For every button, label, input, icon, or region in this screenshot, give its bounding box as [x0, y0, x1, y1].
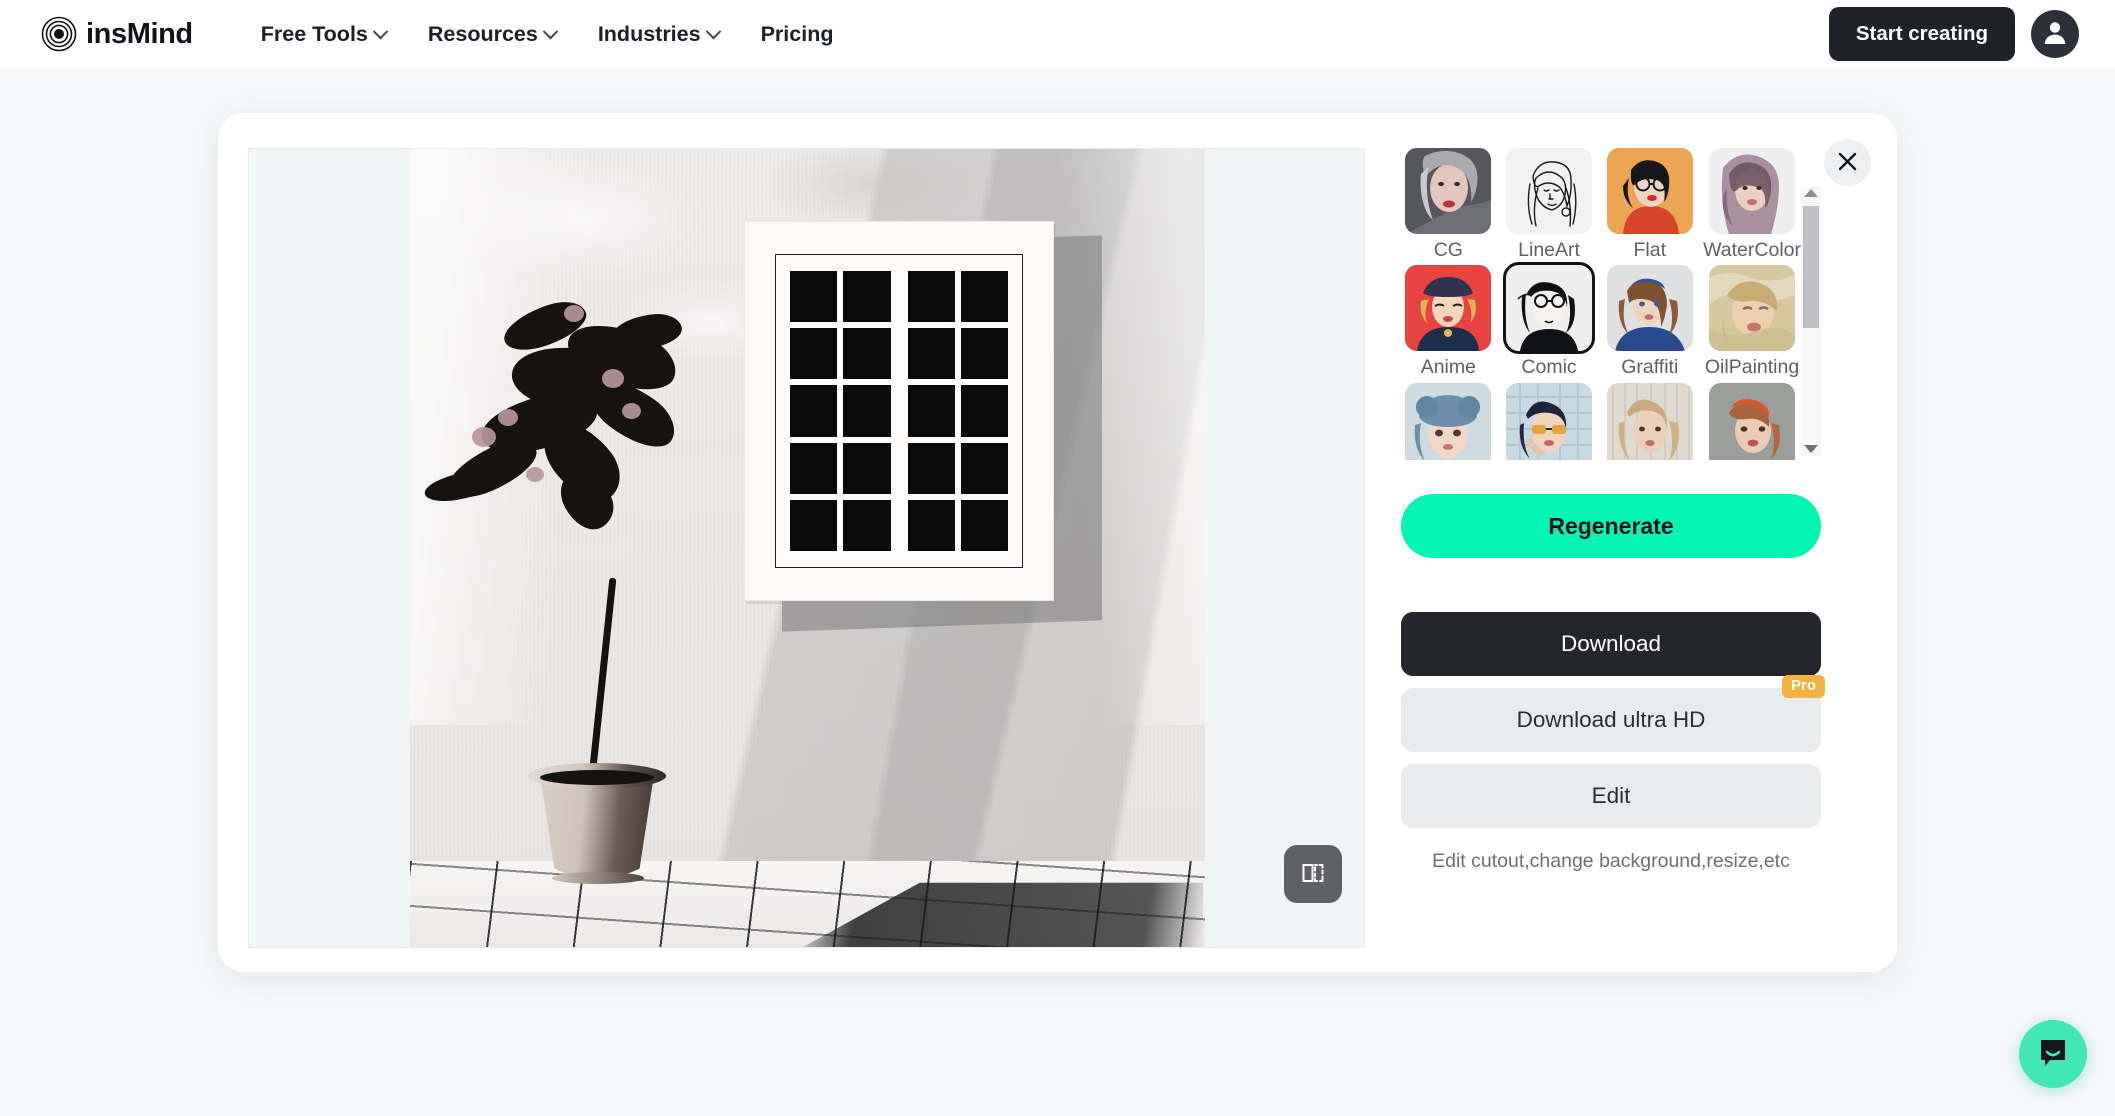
main-nav: Free Tools Resources Industries Pricing [261, 22, 834, 47]
scroll-up-arrow-icon[interactable] [1804, 189, 1818, 197]
style-thumbnail [1606, 265, 1693, 352]
edit-hint: Edit cutout,change background,resize,etc [1432, 850, 1790, 872]
style-label: Flat [1633, 239, 1667, 261]
download-button[interactable]: Download [1401, 612, 1821, 676]
user-avatar-icon [2040, 17, 2070, 52]
scroll-down-arrow-icon[interactable] [1804, 445, 1818, 453]
style-item-row3-3[interactable] [1602, 382, 1697, 460]
style-grid-container: CG LineArt Flat WaterColor Anime Comic G… [1401, 148, 1821, 460]
style-item-graffiti[interactable]: Graffiti [1602, 265, 1697, 378]
style-item-anime[interactable]: Anime [1401, 265, 1496, 378]
header-actions: Start creating [1828, 7, 2079, 61]
logo-text: insMind [86, 17, 193, 50]
style-label: Anime [1420, 356, 1476, 379]
result-preview-modal: CG LineArt Flat WaterColor Anime Comic G… [218, 113, 1897, 972]
style-label: CG [1433, 239, 1463, 261]
style-thumbnail [1709, 265, 1796, 352]
concentric-circles-logo-icon [41, 16, 77, 52]
nav-label: Industries [597, 21, 701, 46]
style-thumbnail [1503, 262, 1596, 355]
artwork-foliage [416, 277, 746, 607]
style-item-oilpainting[interactable]: OilPainting [1703, 265, 1801, 378]
style-item-row3-2[interactable] [1502, 382, 1597, 460]
artwork-stem [588, 577, 617, 783]
generated-image [410, 149, 1205, 947]
nav-item-pricing[interactable]: Pricing [761, 22, 834, 47]
style-thumbnail [1506, 148, 1593, 234]
chevron-down-icon [705, 23, 721, 39]
artwork-pot-base [552, 872, 644, 884]
style-thumbnail [1709, 382, 1796, 460]
style-item-watercolor[interactable]: WaterColor [1703, 148, 1801, 261]
avatar[interactable] [2031, 10, 2079, 58]
style-thumbnail [1709, 148, 1796, 234]
chevron-down-icon [372, 23, 389, 39]
style-label: WaterColor [1703, 239, 1801, 261]
pro-badge: Pro [1781, 675, 1825, 698]
style-grid: CG LineArt Flat WaterColor Anime Comic G… [1401, 148, 1801, 460]
style-thumbnail [1606, 382, 1693, 460]
style-thumbnail [1405, 148, 1492, 234]
style-item-cg[interactable]: CG [1401, 148, 1496, 261]
style-label: Comic [1521, 356, 1577, 379]
edit-button[interactable]: Edit [1401, 764, 1821, 828]
style-thumbnail [1405, 265, 1492, 352]
close-button[interactable] [1824, 139, 1871, 186]
regenerate-button[interactable]: Regenerate [1401, 494, 1821, 558]
close-icon [1837, 151, 1858, 175]
compare-button[interactable] [1284, 845, 1342, 903]
chevron-down-icon [542, 23, 559, 39]
style-panel: CG LineArt Flat WaterColor Anime Comic G… [1401, 148, 1841, 948]
artwork-pot-soil [540, 770, 654, 785]
logo[interactable]: insMind [41, 16, 193, 52]
site-header: insMind Free Tools Resources Industries … [0, 0, 2115, 68]
artwork-pot [540, 777, 654, 877]
nav-item-resources[interactable]: Resources [427, 21, 559, 47]
style-thumbnail [1405, 382, 1492, 460]
nav-label: Pricing [760, 21, 834, 46]
compare-before-after-icon [1300, 860, 1326, 889]
chat-widget-button[interactable] [2019, 1020, 2087, 1088]
style-scrollbar[interactable] [1801, 186, 1821, 456]
scrollbar-thumb[interactable] [1803, 206, 1819, 328]
style-label: OilPainting [1704, 356, 1800, 379]
style-item-row3-4[interactable] [1703, 382, 1801, 460]
style-label: Graffiti [1621, 356, 1679, 379]
nav-item-industries[interactable]: Industries [597, 21, 721, 47]
style-item-lineart[interactable]: LineArt [1502, 148, 1597, 261]
artwork-window [744, 221, 1054, 601]
nav-label: Free Tools [260, 21, 368, 46]
style-item-comic[interactable]: Comic [1502, 262, 1597, 379]
artwork-potted-plant [420, 277, 750, 884]
style-thumbnail [1506, 382, 1593, 460]
style-thumbnail [1606, 148, 1693, 234]
download-ultra-hd-label: Download ultra HD [1516, 707, 1706, 732]
style-item-row3-1[interactable] [1401, 382, 1496, 460]
nav-item-free-tools[interactable]: Free Tools [260, 21, 389, 47]
nav-label: Resources [427, 21, 538, 46]
style-item-flat[interactable]: Flat [1602, 148, 1697, 261]
image-canvas[interactable] [248, 148, 1365, 948]
start-creating-button[interactable]: Start creating [1828, 7, 2015, 61]
chat-bubble-smile-icon [2036, 1036, 2070, 1073]
style-label: LineArt [1518, 239, 1580, 261]
download-ultra-hd-button[interactable]: Download ultra HD Pro [1401, 675, 1825, 752]
